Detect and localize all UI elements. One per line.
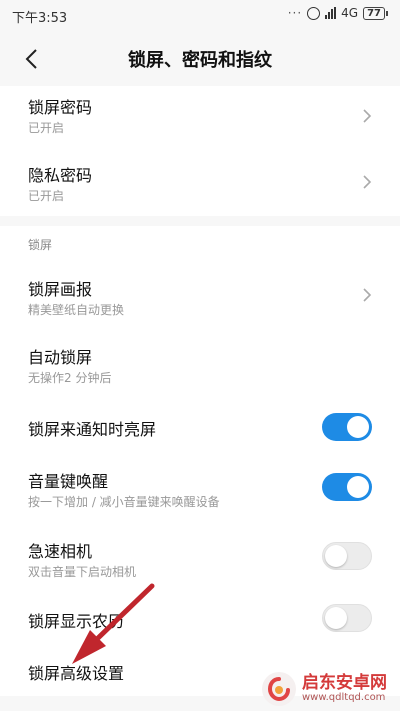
item-title: 锁屏来通知时亮屏 <box>28 420 157 439</box>
item-title: 音量键唤醒 <box>28 472 109 491</box>
toggle-switch[interactable] <box>322 542 372 570</box>
list-item-lockscreen-password[interactable]: 锁屏密码 已开启 <box>0 86 400 152</box>
status-icons: ··· 4G 77 <box>288 6 388 20</box>
item-title: 锁屏密码 <box>28 98 93 117</box>
list-item-quick-camera[interactable]: 急速相机 双击音量下启动相机 <box>0 526 400 588</box>
item-title: 锁屏高级设置 <box>28 664 125 683</box>
item-subtitle: 双击音量下启动相机 <box>28 565 137 579</box>
watermark-name: 启东安卓网 <box>302 672 387 693</box>
toggle-switch[interactable] <box>322 473 372 501</box>
chevron-right-icon <box>363 288 372 302</box>
list-item-auto-lock[interactable]: 自动锁屏 无操作2 分钟后 <box>0 330 400 394</box>
item-subtitle: 已开启 <box>28 189 65 203</box>
list-item-privacy-password[interactable]: 隐私密码 已开启 <box>0 152 400 216</box>
battery-icon: 77 <box>363 6 388 20</box>
status-time: 下午3:53 <box>12 11 68 26</box>
battery-level: 77 <box>363 6 385 20</box>
title-bar: 锁屏、密码和指纹 <box>0 30 400 86</box>
chevron-right-icon <box>363 109 372 123</box>
chevron-right-icon <box>363 175 372 189</box>
signal-icon <box>325 7 337 19</box>
network-type: 4G <box>341 6 359 20</box>
item-subtitle: 已开启 <box>28 121 65 135</box>
watermark-logo-icon <box>262 671 296 706</box>
watermark: 启东安卓网 www.qdltqd.com <box>262 666 400 711</box>
list-item-volume-wake[interactable]: 音量键唤醒 按一下增加 / 减小音量键来唤醒设备 <box>0 460 400 522</box>
watermark-url: www.qdltqd.com <box>302 692 386 704</box>
section-label: 锁屏 <box>28 238 53 252</box>
lockscreen-card: 锁屏 锁屏画报 精美壁纸自动更换 自动锁屏 无操作2 分钟后 锁屏来通知时亮屏 … <box>0 226 400 696</box>
toggle-switch[interactable] <box>322 413 372 441</box>
page-title: 锁屏、密码和指纹 <box>128 50 272 71</box>
list-item-lockscreen-wallpaper[interactable]: 锁屏画报 精美壁纸自动更换 <box>0 262 400 326</box>
list-item-lunar-calendar[interactable]: 锁屏显示农历 <box>0 592 400 644</box>
alarm-icon <box>307 6 321 20</box>
toggle-switch[interactable] <box>322 604 372 632</box>
password-card: 锁屏密码 已开启 隐私密码 已开启 <box>0 86 400 216</box>
item-subtitle: 无操作2 分钟后 <box>28 371 112 385</box>
list-item-notification-wake[interactable]: 锁屏来通知时亮屏 <box>0 398 400 456</box>
status-bar: 下午3:53 ··· 4G 77 <box>0 0 400 30</box>
item-subtitle: 精美壁纸自动更换 <box>28 303 125 317</box>
item-title: 急速相机 <box>28 542 93 561</box>
item-title: 隐私密码 <box>28 166 93 185</box>
item-title: 锁屏显示农历 <box>28 612 125 631</box>
item-subtitle: 按一下增加 / 减小音量键来唤醒设备 <box>28 495 220 509</box>
item-title: 自动锁屏 <box>28 348 93 367</box>
item-title: 锁屏画报 <box>28 280 93 299</box>
notification-dots: ··· <box>287 6 303 20</box>
